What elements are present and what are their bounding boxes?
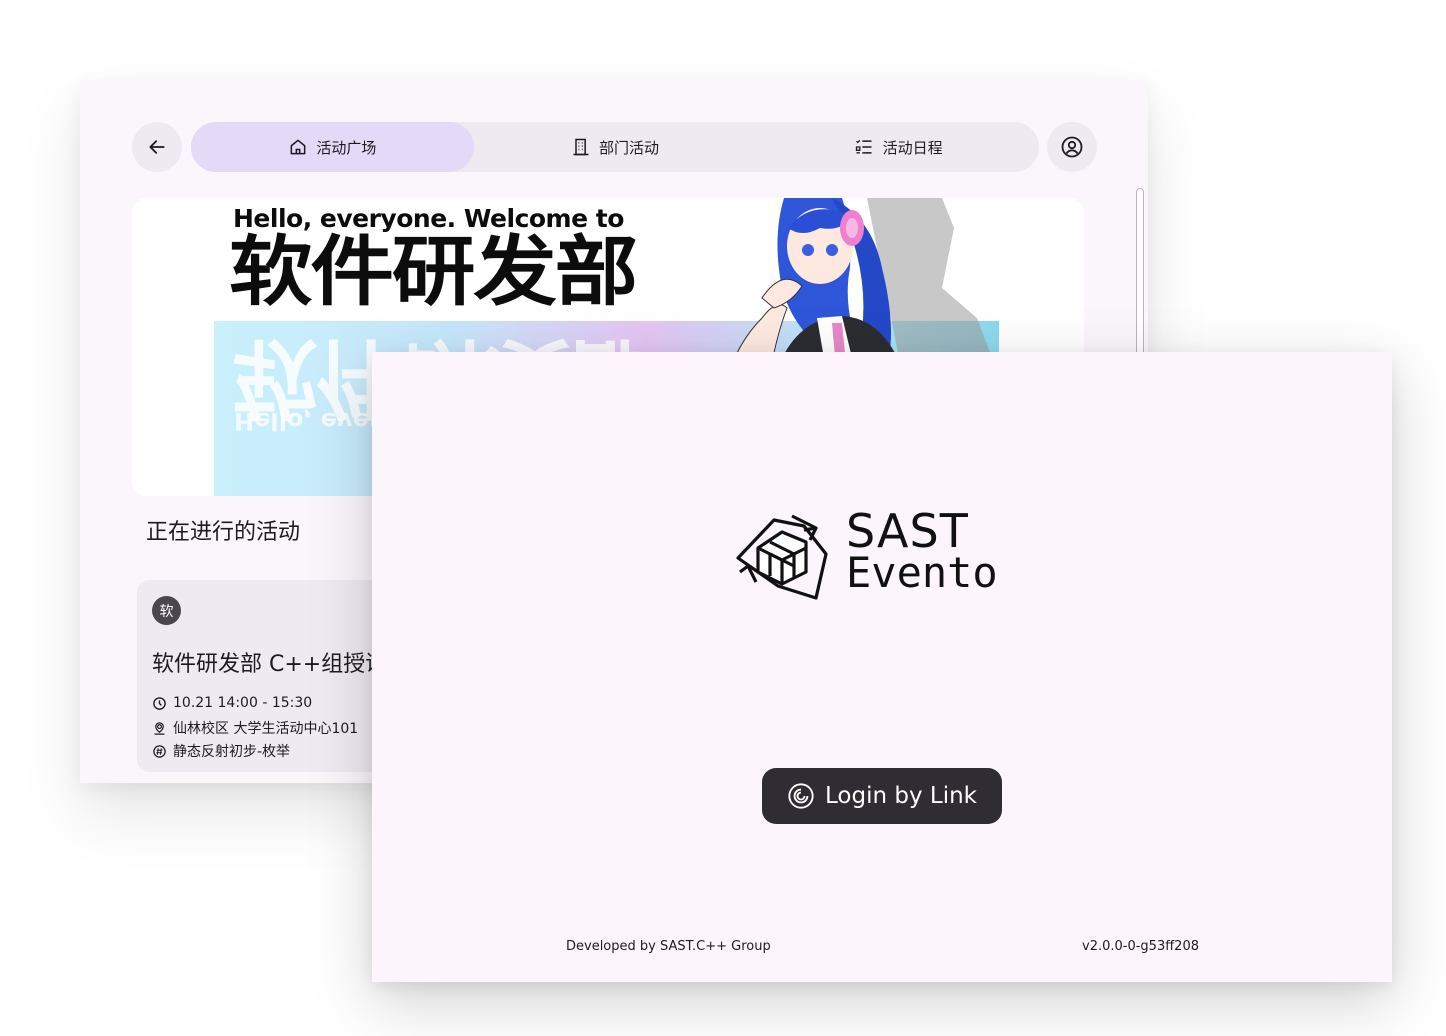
event-location: 仙林校区 大学生活动中心101 bbox=[152, 718, 358, 738]
developer-credit: Developed by SAST.C++ Group bbox=[566, 939, 771, 954]
location-icon bbox=[154, 721, 165, 735]
login-window: SAST Evento Login by Link Developed by S… bbox=[372, 352, 1392, 982]
logo-text-evento: Evento bbox=[846, 548, 998, 597]
sast-logo-icon bbox=[736, 514, 828, 600]
tab-label: 部门活动 bbox=[599, 138, 660, 157]
section-title-ongoing: 正在进行的活动 bbox=[146, 520, 301, 545]
home-icon bbox=[290, 139, 306, 155]
tag-icon bbox=[153, 744, 166, 758]
profile-button[interactable] bbox=[1047, 122, 1097, 172]
sast-evento-logo: SAST Evento bbox=[734, 508, 1034, 600]
navigation-bar: 活动广场 部门活动 活动日程 bbox=[191, 122, 1039, 172]
event-time-text: 10.21 14:00 - 15:30 bbox=[173, 695, 313, 711]
department-avatar: 软 bbox=[152, 596, 181, 625]
tab-label: 活动日程 bbox=[882, 138, 943, 157]
account-circle-icon bbox=[1061, 136, 1083, 158]
version-label: v2.0.0-0-g53ff208 bbox=[1082, 939, 1199, 954]
event-tag: 静态反射初步-枚举 bbox=[152, 741, 290, 761]
tab-department-activity[interactable]: 部门活动 bbox=[474, 122, 757, 172]
arrow-left-icon bbox=[149, 140, 165, 154]
banner-title: 软件研发部 bbox=[229, 227, 638, 316]
clock-icon bbox=[153, 696, 166, 710]
tab-label: 活动广场 bbox=[316, 138, 377, 157]
tab-activity-square[interactable]: 活动广场 bbox=[191, 122, 474, 172]
tab-activity-schedule[interactable]: 活动日程 bbox=[756, 122, 1039, 172]
event-tag-text: 静态反射初步-枚举 bbox=[173, 744, 291, 760]
link-spiral-icon bbox=[788, 783, 814, 809]
event-title: 软件研发部 C++组授课 bbox=[152, 652, 388, 677]
event-location-text: 仙林校区 大学生活动中心101 bbox=[173, 721, 359, 737]
event-time: 10.21 14:00 - 15:30 bbox=[152, 695, 312, 711]
login-button-label: Login by Link bbox=[825, 783, 977, 809]
checklist-icon bbox=[855, 139, 872, 154]
login-by-link-button[interactable]: Login by Link bbox=[762, 768, 1002, 824]
back-button[interactable] bbox=[132, 122, 182, 172]
building-icon bbox=[573, 138, 589, 156]
